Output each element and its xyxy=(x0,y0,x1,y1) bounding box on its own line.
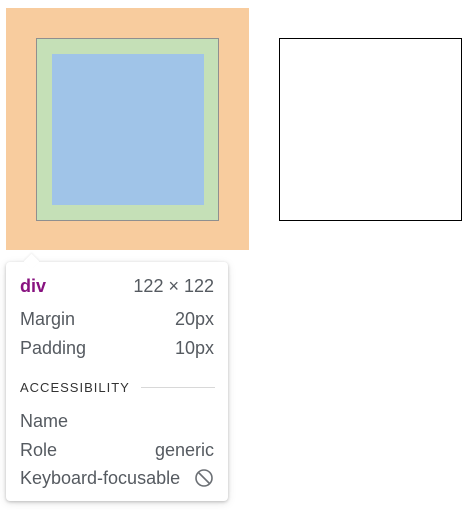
padding-value: 10px xyxy=(174,338,214,358)
margin-label: Margin xyxy=(20,309,76,329)
margin-value: 20px xyxy=(174,309,214,329)
element-dimensions: 122 × 122 xyxy=(133,276,214,296)
name-row: Name xyxy=(20,410,214,432)
keyboard-focusable-row: Keyboard-focusable xyxy=(20,467,214,489)
element-header-row: div 122 × 122 xyxy=(20,275,214,297)
name-label: Name xyxy=(20,411,69,431)
tooltip-arrow xyxy=(23,253,40,270)
section-divider xyxy=(140,386,215,388)
keyboard-focusable-label: Keyboard-focusable xyxy=(20,468,181,488)
margin-row: Margin 20px xyxy=(20,308,214,330)
inspect-tooltip: div 122 × 122 Margin 20px Padding 10px A… xyxy=(6,253,228,501)
content-highlight xyxy=(52,54,204,205)
padding-row: Padding 10px xyxy=(20,337,214,359)
element-tag-name: div xyxy=(20,276,47,296)
role-row: Role generic xyxy=(20,439,214,461)
role-value: generic xyxy=(154,440,214,460)
not-focusable-icon xyxy=(194,468,214,488)
sibling-div-box xyxy=(279,38,462,221)
padding-label: Padding xyxy=(20,338,87,358)
accessibility-section-header: ACCESSIBILITY xyxy=(20,378,215,396)
accessibility-title: ACCESSIBILITY xyxy=(20,379,130,395)
role-label: Role xyxy=(20,440,58,460)
